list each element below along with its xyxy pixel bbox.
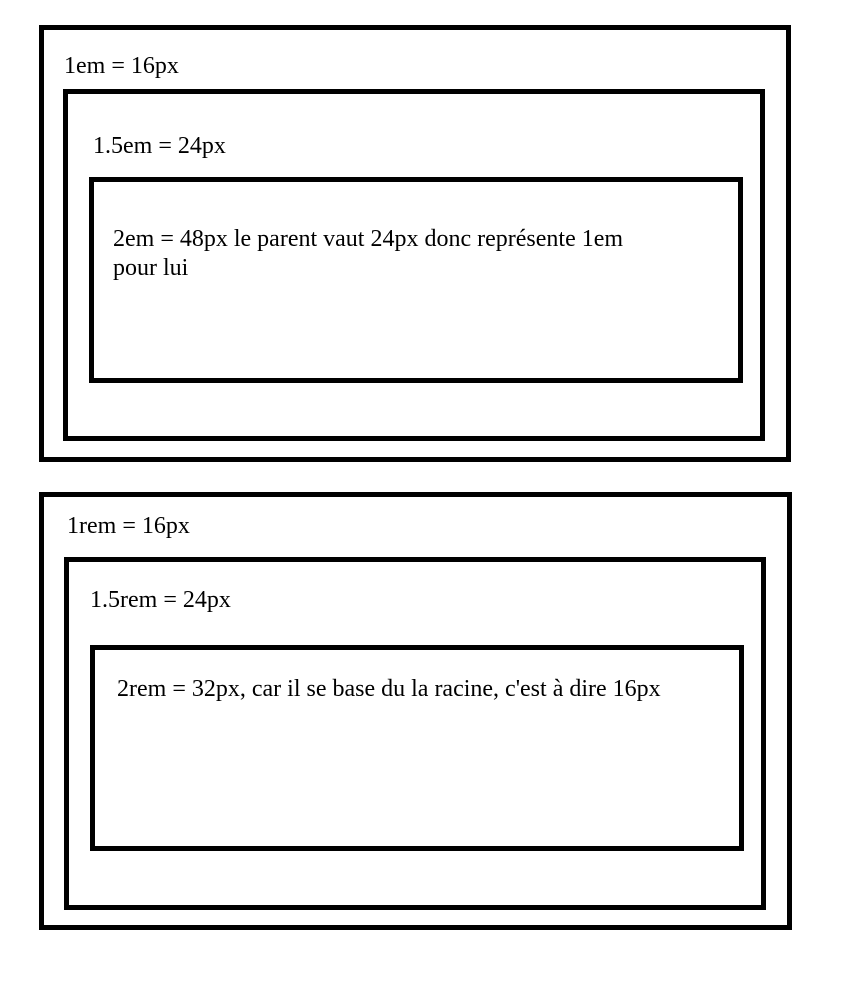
rem-inner-label: 2rem = 32px, car il se base du la racine… <box>117 676 661 702</box>
rem-outer-label: 1rem = 16px <box>67 513 190 539</box>
rem-middle-label: 1.5rem = 24px <box>90 587 231 613</box>
em-middle-label: 1.5em = 24px <box>93 133 226 159</box>
em-outer-label: 1em = 16px <box>64 53 179 79</box>
em-inner-label: 2em = 48px le parent vaut 24px donc repr… <box>113 226 624 281</box>
